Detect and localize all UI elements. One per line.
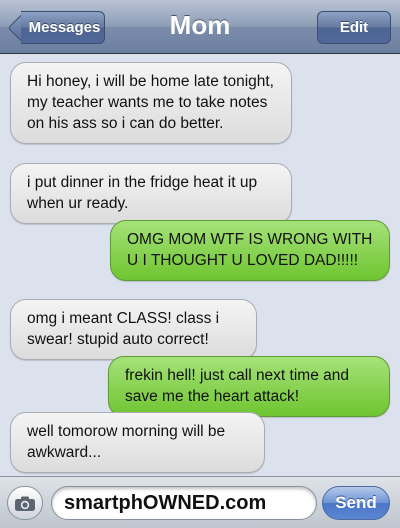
message-thread[interactable]: Hi honey, i will be home late tonight, m… [0,55,400,475]
message-bubble-outgoing: OMG MOM WTF IS WRONG WITH U I THOUGHT U … [110,220,390,281]
camera-icon [15,496,35,511]
message-bubble-outgoing: frekin hell! just call next time and sav… [108,356,390,417]
message-bubble-incoming: omg i meant CLASS! class i swear! stupid… [10,299,257,360]
message-bubble-incoming: Hi honey, i will be home late tonight, m… [10,62,292,144]
nav-bar: Messages Mom Edit [0,0,400,54]
send-button[interactable]: Send [322,486,390,520]
message-bubble-incoming: well tomorow morning will be awkward... [10,412,265,473]
message-bubble-incoming: i put dinner in the fridge heat it up wh… [10,163,292,224]
edit-button[interactable]: Edit [317,11,391,44]
message-input[interactable]: smartphOWNED.com [51,486,317,520]
camera-button[interactable] [7,486,43,520]
compose-bar: smartphOWNED.com Send [0,476,400,528]
